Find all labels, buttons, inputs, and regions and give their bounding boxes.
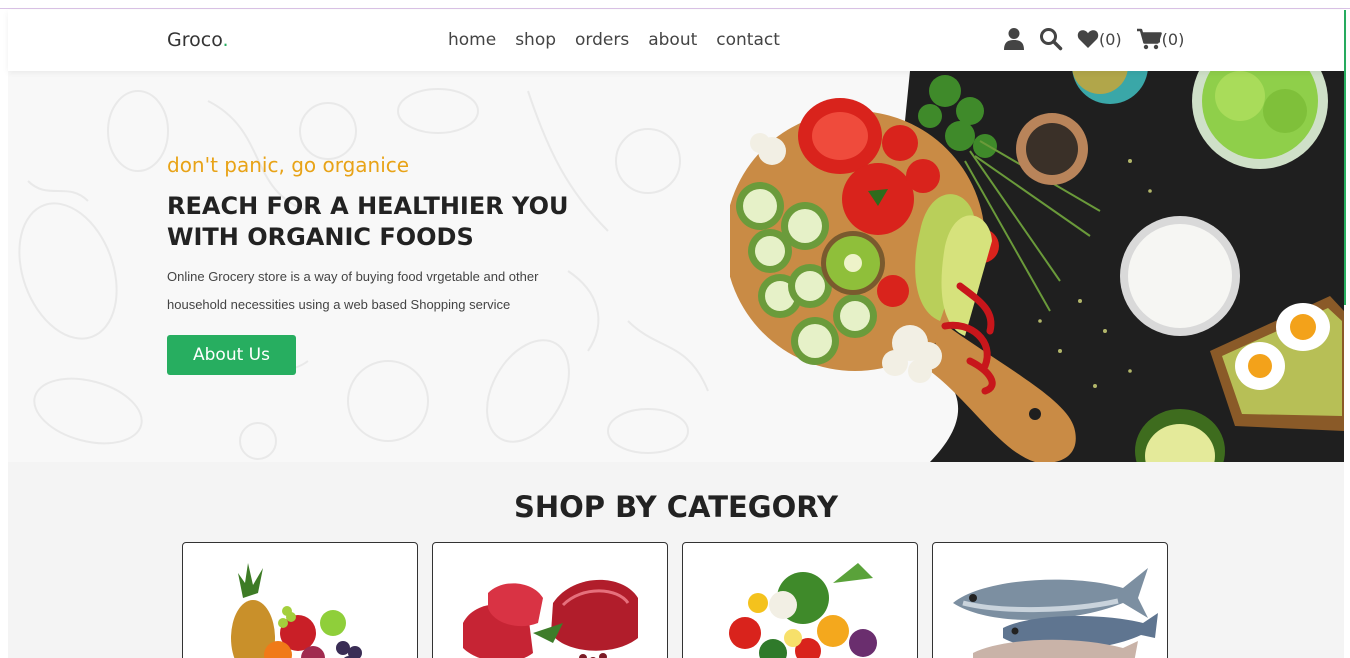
nav-about[interactable]: about bbox=[648, 30, 697, 50]
fruits-image bbox=[231, 563, 362, 658]
category-card-fruits[interactable] bbox=[182, 542, 418, 658]
meat-image bbox=[463, 579, 638, 658]
top-border bbox=[0, 8, 1350, 9]
hero-banner: don't panic, go organice REACH FOR A HEA… bbox=[8, 71, 1344, 462]
hero-tagline: don't panic, go organice bbox=[167, 153, 410, 177]
category-heading: SHOP BY CATEGORY bbox=[513, 490, 839, 524]
main-nav: home shop orders about contact bbox=[448, 30, 799, 50]
hero-content: don't panic, go organice REACH FOR A HEA… bbox=[167, 153, 607, 375]
nav-shop[interactable]: shop bbox=[515, 30, 556, 50]
category-card-meat[interactable] bbox=[432, 542, 668, 658]
hero-title: REACH FOR A HEALTHIER YOU WITH ORGANIC FO… bbox=[167, 192, 569, 251]
vegetables-image bbox=[729, 563, 877, 658]
site-header: Groco. home shop orders about contact (0… bbox=[8, 10, 1344, 71]
category-card-vegetables[interactable] bbox=[682, 542, 918, 658]
header-icons: (0) (0) bbox=[1003, 27, 1198, 51]
cart-count: (0) bbox=[1161, 29, 1185, 49]
nav-home[interactable]: home bbox=[448, 30, 496, 50]
category-card-fish[interactable] bbox=[932, 542, 1168, 658]
cart-icon bbox=[1136, 28, 1162, 50]
hero-description: Online Grocery store is a way of buying … bbox=[167, 269, 539, 312]
hero-vegetables-image bbox=[730, 71, 1344, 462]
nav-contact[interactable]: contact bbox=[716, 30, 780, 50]
user-icon[interactable] bbox=[1003, 27, 1025, 51]
cart-button[interactable]: (0) bbox=[1136, 28, 1185, 50]
about-us-button[interactable]: About Us bbox=[167, 335, 296, 375]
wishlist-button[interactable]: (0) bbox=[1077, 29, 1122, 49]
category-section: SHOP BY CATEGORY bbox=[8, 462, 1344, 658]
fish-image bbox=[953, 568, 1158, 658]
category-cards bbox=[182, 542, 1182, 658]
heart-icon bbox=[1077, 30, 1099, 48]
search-icon[interactable] bbox=[1039, 27, 1063, 51]
nav-orders[interactable]: orders bbox=[575, 30, 629, 50]
logo[interactable]: Groco. bbox=[167, 29, 229, 51]
wishlist-count: (0) bbox=[1099, 29, 1122, 49]
